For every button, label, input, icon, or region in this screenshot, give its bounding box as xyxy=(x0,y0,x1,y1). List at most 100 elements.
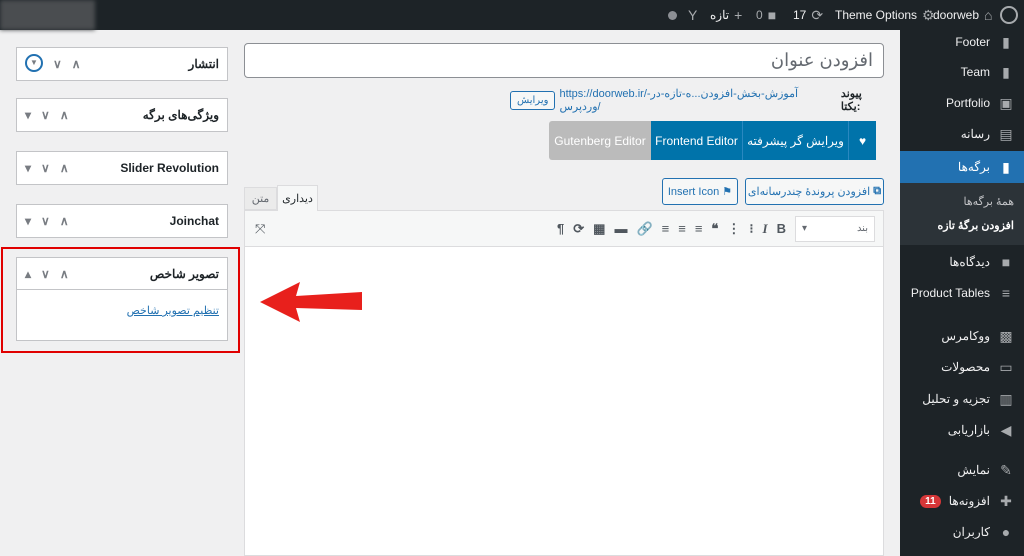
user-icon: ● xyxy=(1001,524,1011,540)
comments-button[interactable]: 0 ■ xyxy=(756,0,776,30)
advanced-editor-button[interactable]: ویرایش گر پیشرفته xyxy=(742,121,848,160)
align-right-icon[interactable]: ≡ xyxy=(662,221,670,236)
permalink-link[interactable]: https://doorweb.ir/آموزش-بخش-افزودن...ه-… xyxy=(559,87,836,113)
highlight-box xyxy=(1,247,240,353)
menu-item-analytics[interactable]: تجزیه و تحلیل ▥ xyxy=(900,384,1024,414)
fullscreen-icon[interactable]: ⤧ xyxy=(255,221,265,237)
menu-item-team[interactable]: Team ▮ xyxy=(900,57,1024,87)
brush-icon: ✎ xyxy=(1000,461,1012,478)
align-left-icon[interactable]: ≡ xyxy=(695,221,703,236)
permalink-edit-button[interactable]: ویرایش xyxy=(510,90,556,110)
page-icon: ▮ xyxy=(1002,33,1010,50)
menu-item-comments[interactable]: دیدگاه‌ها ■ xyxy=(900,247,1024,277)
link-icon[interactable]: 🔗 xyxy=(636,221,652,237)
title-input[interactable]: افزودن عنوان xyxy=(244,43,884,78)
align-center-icon[interactable]: ≡ xyxy=(678,221,686,236)
media-icon: ⧉ xyxy=(873,185,882,197)
comment-icon: ■ xyxy=(767,7,777,23)
plugins-badge: 11 xyxy=(920,494,941,508)
quote-icon[interactable]: ❝ xyxy=(711,221,718,237)
toggle-icon[interactable]: ▾ xyxy=(25,214,31,228)
move-up-icon[interactable]: ∧ xyxy=(60,108,69,122)
menu-item-woocommerce[interactable]: ووکامرس ▩ xyxy=(900,321,1024,351)
site-label: doorweb xyxy=(933,8,980,22)
read-more-icon[interactable]: ▬ xyxy=(614,221,627,236)
plus-icon: + xyxy=(734,7,743,23)
pages-submenu: همهٔ برگه‌ها افزودن برگهٔ تازه xyxy=(900,183,1024,245)
menu-item-footer[interactable]: Footer ▮ xyxy=(900,27,1024,57)
refresh-icon[interactable]: ⟳ xyxy=(573,221,584,237)
red-arrow-icon xyxy=(260,282,362,322)
megaphone-icon: ◀ xyxy=(1000,421,1012,438)
menu-item-product-tables[interactable]: Product Tables ≡ xyxy=(900,278,1024,308)
tab-text[interactable]: متن xyxy=(244,187,277,210)
flag-icon: ⚑ xyxy=(722,186,733,198)
woo-icon: ▩ xyxy=(999,327,1013,344)
home-icon: ⌂ xyxy=(984,7,993,23)
box-title: ویژگی‌های برگه xyxy=(142,108,219,122)
keyboard-icon[interactable]: ▦ xyxy=(593,221,605,237)
bullet-list-icon[interactable]: ⁝ xyxy=(749,221,753,237)
move-down-icon[interactable]: ∨ xyxy=(41,108,50,122)
ordered-list-icon[interactable]: ⋮ xyxy=(727,221,740,237)
chart-icon: ▥ xyxy=(999,390,1013,407)
wordpress-logo-icon[interactable] xyxy=(1000,0,1018,30)
chevron-down-icon: ▾ xyxy=(802,223,808,234)
page-icon: ▮ xyxy=(1002,158,1010,175)
move-down-icon[interactable]: ∨ xyxy=(53,57,62,72)
joinchat-box: ▾ ∨ ∧ Joinchat xyxy=(16,204,228,238)
format-select[interactable]: ▾ بند xyxy=(795,215,875,242)
updates-count: 17 xyxy=(793,8,807,22)
box-title: انتشار xyxy=(188,57,219,71)
menu-item-media[interactable]: رسانه ▤ xyxy=(900,119,1024,149)
menu-item-appearance[interactable]: نمایش ✎ xyxy=(900,455,1024,485)
yoast-icon[interactable]: Y xyxy=(688,0,697,30)
permalink-label: پیوند یکتا: xyxy=(840,88,862,113)
list-icon: ≡ xyxy=(1001,285,1011,301)
add-media-button[interactable]: افزودن پروندهٔ چندرسانه‌ای ⧉ xyxy=(745,178,884,205)
box-title: Joinchat xyxy=(169,214,219,228)
toggle-icon[interactable]: ▾ xyxy=(25,161,31,175)
comments-count: 0 xyxy=(756,8,763,22)
italic-icon[interactable]: I xyxy=(763,221,768,237)
menu-item-pages[interactable]: برگه‌ها ▮ xyxy=(900,151,1024,183)
page-attributes-box: ▾ ∨ ∧ ویژگی‌های برگه xyxy=(16,98,228,132)
bold-icon[interactable]: B xyxy=(777,221,786,236)
heart-icon[interactable]: ♥ xyxy=(848,121,876,160)
menu-item-portfolio[interactable]: Portfolio ▣ xyxy=(900,88,1024,118)
status-dot-icon xyxy=(668,0,677,30)
admin-sidebar: Footer ▮ Team ▮ Portfolio ▣ رسانه ▤ برگه‌ها ▮… xyxy=(900,30,1024,556)
submenu-all-pages[interactable]: همهٔ برگه‌ها xyxy=(963,195,1014,208)
plugin-icon: ✚ xyxy=(1000,492,1012,509)
menu-item-products[interactable]: محصولات ▭ xyxy=(900,352,1024,382)
gutenberg-editor-button[interactable]: Gutenberg Editor xyxy=(549,121,651,160)
archive-icon: ▭ xyxy=(999,358,1013,375)
menu-item-plugins[interactable]: 11 افزونه‌ها ✚ xyxy=(900,486,1024,516)
media-icon: ▤ xyxy=(999,125,1013,142)
move-up-icon[interactable]: ∧ xyxy=(60,161,69,175)
paragraph-mark-icon[interactable]: ¶ xyxy=(557,221,564,236)
toggle-icon[interactable]: ▼ xyxy=(25,53,43,72)
menu-item-users[interactable]: کاربران ● xyxy=(900,517,1024,547)
new-button[interactable]: تازه + xyxy=(710,0,742,30)
theme-options-button[interactable]: Theme Options ⚙ xyxy=(835,0,935,30)
move-up-icon[interactable]: ∧ xyxy=(60,214,69,228)
frontend-editor-button[interactable]: Frontend Editor xyxy=(651,121,742,160)
menu-item-marketing[interactable]: بازاریابی ◀ xyxy=(900,415,1024,445)
slider-revolution-box: ▾ ∨ ∧ Slider Revolution xyxy=(16,151,228,185)
permalink-row: ویرایش https://doorweb.ir/آموزش-بخش-افزو… xyxy=(510,87,884,113)
tab-visual[interactable]: دیداری xyxy=(277,185,318,211)
toggle-icon[interactable]: ▾ xyxy=(25,108,31,122)
theme-options-label: Theme Options xyxy=(835,8,918,22)
admin-bar: Y تازه + 0 ■ 17 ⟳ Theme Options ⚙ doorweb ⌂ xyxy=(0,0,1024,30)
submenu-add-new[interactable]: افزودن برگهٔ تازه xyxy=(937,219,1014,232)
insert-icon-button[interactable]: Insert Icon ⚑ xyxy=(662,178,738,205)
editor-toolbar: ⤧ ¶ ⟳ ▦ ▬ 🔗 ≡ ≡ ≡ ❝ ⋮ ⁝ I B ▾ بند xyxy=(244,210,884,247)
comment-icon: ■ xyxy=(1001,254,1011,270)
updates-button[interactable]: 17 ⟳ xyxy=(793,0,823,30)
box-title: Slider Revolution xyxy=(120,161,219,175)
move-down-icon[interactable]: ∨ xyxy=(41,161,50,175)
move-up-icon[interactable]: ∧ xyxy=(72,57,81,72)
move-down-icon[interactable]: ∨ xyxy=(41,214,50,228)
site-button[interactable]: doorweb ⌂ xyxy=(933,0,993,30)
